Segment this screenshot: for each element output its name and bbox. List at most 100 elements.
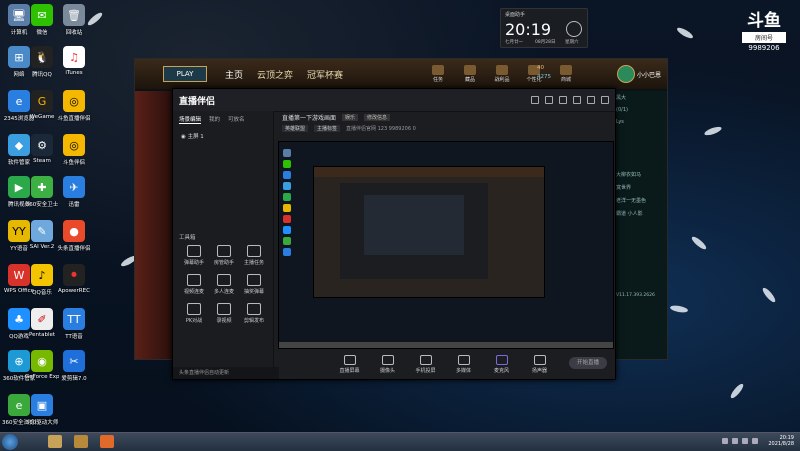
widget-lunar-date: 七月廿一: [505, 40, 523, 45]
res-collection[interactable]: 藏品: [455, 65, 485, 83]
nav-tft[interactable]: 云顶之弈: [257, 68, 293, 81]
eye-icon[interactable]: ◉: [181, 134, 186, 140]
tool-record[interactable]: 录视频: [209, 303, 239, 324]
game-chip[interactable]: 英雄联盟: [282, 124, 309, 132]
tool-pk[interactable]: PK对战: [179, 303, 209, 324]
taskbar-clock[interactable]: 20:19 2021/8/28: [768, 435, 794, 447]
speaker-button[interactable]: 扬声器: [526, 353, 554, 379]
desktop-icon-pentablet[interactable]: ✐ Pentablet: [25, 308, 59, 338]
wechat-icon: ✉: [31, 4, 53, 26]
camera-source-button[interactable]: 摄像头: [374, 353, 402, 379]
tool-clip[interactable]: 剪辑发布: [239, 303, 269, 324]
store-icon: [560, 65, 572, 75]
rp-amount: 40: [537, 65, 544, 71]
video-icon: [187, 274, 201, 286]
desktop-icon-wegame[interactable]: G WeGame: [25, 90, 59, 120]
menu-icon[interactable]: [559, 96, 567, 104]
tab-mine[interactable]: 我的: [209, 115, 220, 124]
nav-home[interactable]: 主页: [225, 68, 243, 81]
tag-chip[interactable]: 主播标签: [314, 124, 341, 132]
desktop-icon-tt[interactable]: TT TT语音: [57, 308, 91, 340]
volume-icon[interactable]: [752, 438, 758, 444]
tt-voice-icon: TT: [63, 308, 85, 330]
weather-icon: [566, 21, 582, 37]
scene-label: 主屏 1: [187, 134, 204, 140]
room-meta-row: 英雄联盟 主播标签 直播伴侣官网 123 9989206 0: [274, 123, 615, 133]
desktop-icon-sai[interactable]: ✎ SAI Ver.2: [25, 220, 59, 250]
tool-lottery[interactable]: 抽奖弹幕: [239, 274, 269, 295]
tool-video-link[interactable]: 视频连麦: [179, 274, 209, 295]
phone-cast-button[interactable]: 手机投屏: [412, 353, 440, 379]
tab-scene[interactable]: 场景编辑: [179, 115, 202, 124]
desktop-icon-qq[interactable]: 🐧 腾讯QQ: [25, 46, 59, 78]
tasks-icon: [247, 245, 261, 257]
microphone-button[interactable]: 麦克风: [488, 353, 516, 379]
skin-icon[interactable]: [545, 96, 553, 104]
desktop-icon-thunder[interactable]: ✈ 迅雷: [57, 176, 91, 208]
client-version: V11.17.393.2626: [616, 293, 655, 298]
stream-companion-window[interactable]: 直播伴侣 场景编辑 我的 可放名 ◉ 主屏 1 工具箱 弹幕助手 房管助手 主播…: [172, 88, 616, 380]
start-button[interactable]: [2, 434, 18, 450]
desktop-icon-qqmusic[interactable]: ♪ QQ音乐: [25, 264, 59, 296]
recycle-bin-icon: 🗑: [63, 4, 85, 26]
tool-tasks[interactable]: 主播任务: [239, 245, 269, 266]
desktop-icon-itunes[interactable]: ♫ iTunes: [57, 46, 91, 76]
minimize-icon[interactable]: [573, 96, 581, 104]
lol-profile[interactable]: 小小巴恩: [616, 65, 661, 83]
tool-multi-link[interactable]: 多人连麦: [209, 274, 239, 295]
wegame-icon: G: [31, 90, 53, 112]
settings-icon[interactable]: [531, 96, 539, 104]
room-category[interactable]: 娱乐: [342, 113, 359, 121]
tray-icon[interactable]: [722, 438, 728, 444]
friend-entry[interactable]: 老洋一无墨色: [613, 194, 667, 207]
lol-splash-art: [135, 91, 173, 359]
friend-entry[interactable]: 黑大: [613, 91, 667, 104]
tab-other[interactable]: 可放名: [228, 115, 245, 124]
desktop-icon-douyu2[interactable]: ◎ 斗鱼伴侣: [57, 134, 91, 166]
clock-widget[interactable]: 桌面助手 20:19 七月廿一 08月28日 星期六: [500, 8, 588, 48]
friend-entry[interactable]: (0/1): [613, 104, 667, 116]
media-source-button[interactable]: 多媒体: [450, 353, 478, 379]
desktop-icon-apowerrec[interactable]: ⏺ ApowerREC: [57, 264, 91, 294]
maximize-icon[interactable]: [587, 96, 595, 104]
taskbar-app-browser[interactable]: [48, 435, 62, 448]
danmaku-icon: [187, 245, 201, 257]
res-loot[interactable]: 战利品: [487, 65, 517, 83]
tray-icon[interactable]: [732, 438, 738, 444]
qq-icon: 🐧: [31, 46, 53, 68]
taskbar-app-stream[interactable]: [100, 435, 114, 448]
edit-info-button[interactable]: 修改信息: [364, 113, 391, 121]
res-missions[interactable]: 任务: [423, 65, 453, 83]
play-button[interactable]: PLAY: [163, 66, 207, 82]
stream-preview[interactable]: [278, 141, 614, 349]
phone-icon: [419, 355, 432, 365]
desktop-icon-ijianji[interactable]: ✂ 爱剪辑7.0: [57, 350, 91, 382]
live-icon: ●: [63, 220, 85, 242]
room-number: 9989206: [748, 44, 780, 52]
friend-entry[interactable]: Lys: [613, 116, 667, 128]
close-icon[interactable]: [601, 96, 609, 104]
network-icon[interactable]: [742, 438, 748, 444]
scene-item[interactable]: ◉ 主屏 1: [173, 128, 273, 144]
tool-danmaku[interactable]: 弹幕助手: [179, 245, 209, 266]
desktop-icon-recycle[interactable]: 🗑 回收站: [57, 4, 91, 36]
taskbar-app-lol[interactable]: [74, 435, 88, 448]
desktop-icon-360driver[interactable]: ▣ 360驱动大师: [25, 394, 59, 426]
desktop-icon-360safe[interactable]: ✚ 360安全卫士: [25, 176, 59, 208]
friend-entry[interactable]: 寞世界: [613, 181, 667, 194]
lol-nav: 主页 云顶之弈 冠军杯赛: [225, 68, 343, 81]
res-store[interactable]: 商城: [551, 65, 581, 83]
friend-entry[interactable]: 霸道 小人影: [613, 207, 667, 220]
friend-entry[interactable]: 大柳衣如马: [613, 168, 667, 181]
desktop-icon-douyu[interactable]: ◎ 斗鱼直播伴侣: [57, 90, 91, 122]
nav-champions-cup[interactable]: 冠军杯赛: [307, 68, 343, 81]
desktop-icon-wechat[interactable]: ✉ 微信: [25, 4, 59, 36]
desktop-icon-toutiao[interactable]: ● 头条直播伴侣: [57, 220, 91, 252]
tool-room-manager[interactable]: 房管助手: [209, 245, 239, 266]
loot-icon: [496, 65, 508, 75]
screen-source-button[interactable]: 直播屏幕: [336, 353, 364, 379]
desktop-icon-steam[interactable]: ⚙ Steam: [25, 134, 59, 164]
desktop-icon-geforce[interactable]: ◉GeForce Experience: [25, 350, 59, 380]
start-live-button[interactable]: 开始直播: [569, 357, 607, 369]
widget-weekday: 星期六: [565, 40, 579, 45]
